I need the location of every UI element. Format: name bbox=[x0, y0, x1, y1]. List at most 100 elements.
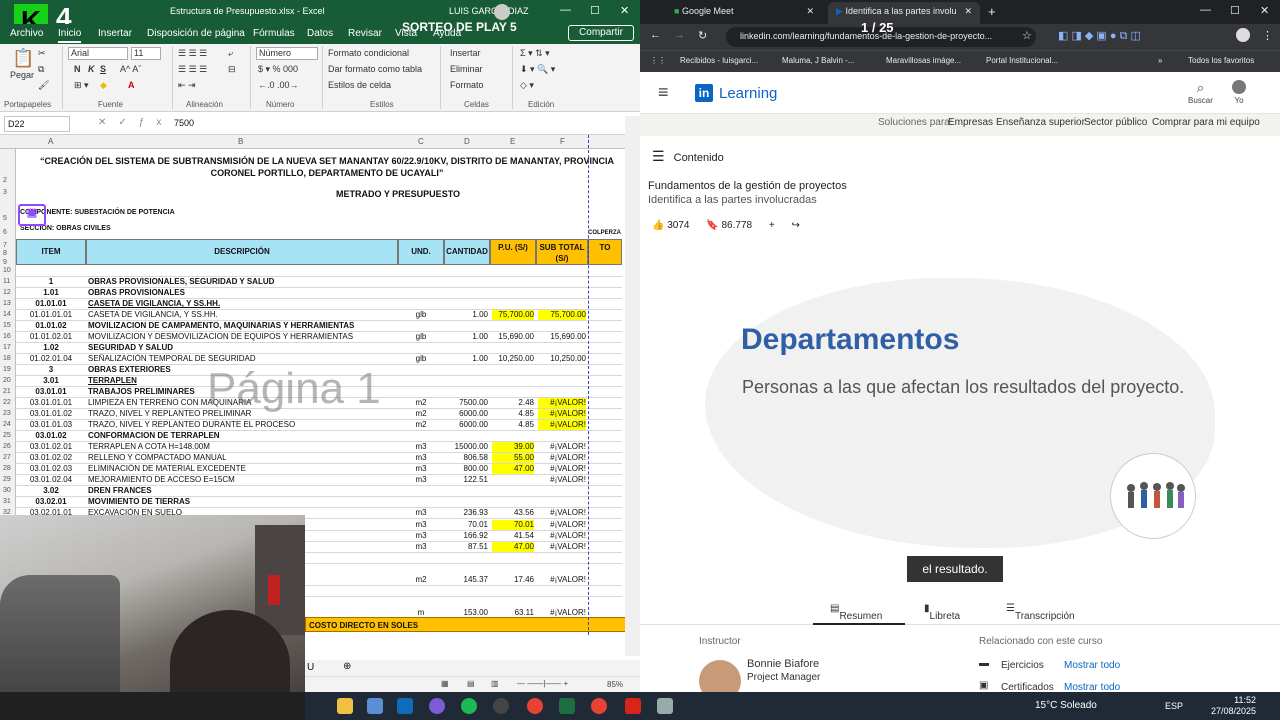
column-header[interactable]: A bbox=[48, 137, 53, 146]
row-number[interactable]: 10 bbox=[3, 267, 11, 274]
cell-pu[interactable]: 47.00 bbox=[492, 464, 534, 474]
table-row[interactable]: 3.02 DREN FRANCES bbox=[16, 486, 622, 497]
all-bookmarks[interactable]: Todos los favoritos bbox=[1188, 56, 1254, 65]
autosum-icon[interactable]: Σ ▾ ⇅ ▾ bbox=[520, 48, 550, 59]
contents-toggle[interactable]: ☰ Contenido bbox=[652, 148, 724, 165]
cell-desc[interactable]: ELIMINACIÓN DE MATERIAL EXCEDENTE bbox=[88, 464, 396, 474]
tab-disposicion[interactable]: Disposición de página bbox=[147, 28, 245, 39]
font-color-icon[interactable]: A bbox=[128, 80, 135, 90]
copy-icon[interactable]: ⧉ bbox=[38, 64, 44, 75]
row-number[interactable]: 27 bbox=[3, 454, 11, 461]
chevron-right-icon[interactable]: » bbox=[1158, 56, 1162, 65]
table-row[interactable]: 1.02 SEGURIDAD Y SALUD bbox=[16, 343, 622, 354]
table-row[interactable]: 1 OBRAS PROVISIONALES, SEGURIDAD Y SALUD bbox=[16, 277, 622, 288]
cell-pu[interactable]: 75,700.00 bbox=[492, 310, 534, 320]
cell-und[interactable]: m3 bbox=[400, 442, 442, 452]
formula-controls-icon[interactable]: ✕✓ƒx bbox=[98, 117, 173, 128]
row-number[interactable]: 12 bbox=[3, 289, 11, 296]
tab-resumen[interactable]: ▤ Resumen bbox=[830, 603, 882, 622]
table-row[interactable]: 03.01.01.03 TRAZO, NIVEL Y REPLANTEO DURA… bbox=[16, 420, 622, 431]
table-row[interactable]: 03.02.01 MOVIMIENTO DE TIERRAS bbox=[16, 497, 622, 508]
vertical-scrollbar[interactable] bbox=[625, 116, 640, 656]
column-header[interactable]: F bbox=[560, 137, 565, 146]
table-row[interactable]: m2 145.37 17.46 #¡VALOR! bbox=[305, 575, 622, 586]
weather-widget[interactable]: 15°C Soleado bbox=[1035, 700, 1097, 711]
bookmark-images[interactable]: Maravillosas imáge... bbox=[886, 56, 961, 65]
zoom-level[interactable]: 85% bbox=[607, 680, 623, 689]
cell-item[interactable]: 3 bbox=[18, 365, 84, 375]
cell-sub[interactable]: #¡VALOR! bbox=[538, 442, 586, 452]
close-icon[interactable]: ✕ bbox=[1260, 4, 1269, 17]
tab-inicio[interactable]: Inicio bbox=[58, 28, 82, 43]
cell-item[interactable]: 01.01.01.01 bbox=[18, 310, 84, 320]
page-layout-icon[interactable]: ▤ bbox=[467, 679, 475, 688]
cell-desc[interactable]: CASETA DE VIGILANCIA, Y SS.HH. bbox=[88, 299, 396, 309]
format-cells-button[interactable]: Formato bbox=[450, 80, 484, 90]
cell-pu[interactable]: 47.00 bbox=[492, 542, 534, 552]
wrap-text-icon[interactable]: ⤶ bbox=[228, 48, 233, 59]
column-header[interactable]: D bbox=[464, 137, 470, 146]
cell-sub[interactable]: #¡VALOR! bbox=[538, 475, 586, 485]
cell-sub[interactable]: 10,250.00 bbox=[538, 354, 586, 364]
row-number[interactable]: 3 bbox=[3, 189, 7, 196]
cell-item[interactable]: 1 bbox=[18, 277, 84, 287]
solutions-publico[interactable]: Sector público bbox=[1084, 117, 1147, 128]
back-icon[interactable]: ← bbox=[650, 29, 661, 41]
cell-item[interactable]: 03.01.02.04 bbox=[18, 475, 84, 485]
solutions-empresas[interactable]: Empresas bbox=[948, 117, 993, 128]
cell-item[interactable]: 1.01 bbox=[18, 288, 84, 298]
cell-pu[interactable]: 70.01 bbox=[492, 520, 534, 530]
tab-insertar[interactable]: Insertar bbox=[98, 28, 132, 39]
cell-item[interactable]: 01.01.02 bbox=[18, 321, 84, 331]
row-number[interactable]: 18 bbox=[3, 355, 11, 362]
row-number[interactable]: 17 bbox=[3, 344, 11, 351]
spotify-icon[interactable] bbox=[461, 698, 477, 714]
solutions-comprar[interactable]: Comprar para mi equipo bbox=[1152, 117, 1260, 128]
file-explorer-icon[interactable] bbox=[337, 698, 353, 714]
row-number[interactable]: 22 bbox=[3, 399, 11, 406]
cell-pu[interactable]: 41.54 bbox=[492, 531, 534, 541]
name-box[interactable]: D22 bbox=[4, 116, 70, 132]
cell-desc[interactable]: MEJORAMIENTO DE ACCESO E=15CM bbox=[88, 475, 396, 485]
cell-cant[interactable]: 1.00 bbox=[446, 332, 488, 342]
cell-und[interactable]: m2 bbox=[400, 575, 442, 585]
search-button[interactable]: ⌕ Buscar bbox=[1188, 80, 1213, 105]
cell-item[interactable]: 03.01.02 bbox=[18, 431, 84, 441]
like-icon[interactable]: 👍 bbox=[652, 220, 664, 231]
cell-item[interactable]: 3.01 bbox=[18, 376, 84, 386]
cell-cant[interactable]: 236.93 bbox=[446, 508, 488, 518]
number-format-select[interactable]: Número bbox=[256, 47, 318, 60]
cell-cant[interactable]: 122.51 bbox=[446, 475, 488, 485]
cell-cant[interactable]: 800.00 bbox=[446, 464, 488, 474]
cell-desc[interactable]: TERRAPLEN A COTA H=148.00M bbox=[88, 442, 396, 452]
insert-cells-button[interactable]: Insertar bbox=[450, 48, 481, 58]
cell-und[interactable]: glb bbox=[400, 354, 442, 364]
cell-pu[interactable]: 43.56 bbox=[492, 508, 534, 518]
cell-item[interactable]: 01.01.01 bbox=[18, 299, 84, 309]
row-number[interactable]: 29 bbox=[3, 476, 11, 483]
cell-und[interactable]: m2 bbox=[400, 409, 442, 419]
cell-item[interactable]: 03.01.02.03 bbox=[18, 464, 84, 474]
table-row[interactable]: 01.01.01.01 CASETA DE VIGILANCIA, Y SS.HH… bbox=[16, 310, 622, 321]
formula-input[interactable]: 7500 bbox=[174, 118, 194, 128]
profile-menu[interactable]: Yo bbox=[1232, 80, 1246, 105]
cell-desc[interactable]: MOVILIZACION DE CAMPAMENTO, MAQUINARIAS … bbox=[88, 321, 396, 331]
bookmark-icon[interactable]: 🔖 bbox=[706, 220, 718, 231]
cell-sub[interactable]: #¡VALOR! bbox=[538, 508, 586, 518]
cell-desc[interactable]: CONFORMACION DE TERRAPLEN bbox=[88, 431, 396, 441]
merge-cells-icon[interactable]: ⊟ bbox=[228, 64, 236, 75]
excel-icon[interactable] bbox=[559, 698, 575, 714]
cell-desc[interactable]: OBRAS PROVISIONALES bbox=[88, 288, 396, 298]
table-row[interactable]: m3 70.01 70.01 #¡VALOR! bbox=[305, 520, 622, 531]
row-number[interactable]: 14 bbox=[3, 311, 11, 318]
cell-sub[interactable]: #¡VALOR! bbox=[538, 531, 586, 541]
cell-und[interactable]: m3 bbox=[400, 464, 442, 474]
font-grow-icon[interactable]: A^ Aˇ bbox=[120, 64, 141, 74]
bookmark-star-icon[interactable]: ☆ bbox=[1022, 29, 1032, 42]
cell-sub[interactable]: #¡VALOR! bbox=[538, 409, 586, 419]
cell-item[interactable]: 01.01.02.01 bbox=[18, 332, 84, 342]
hamburger-menu-icon[interactable]: ≡ bbox=[658, 82, 669, 103]
cell-desc[interactable]: MOVILIZACION Y DESMOVILIZACION DE EQUIPO… bbox=[88, 332, 396, 342]
column-header[interactable]: C bbox=[418, 137, 424, 146]
row-number[interactable]: 15 bbox=[3, 322, 11, 329]
